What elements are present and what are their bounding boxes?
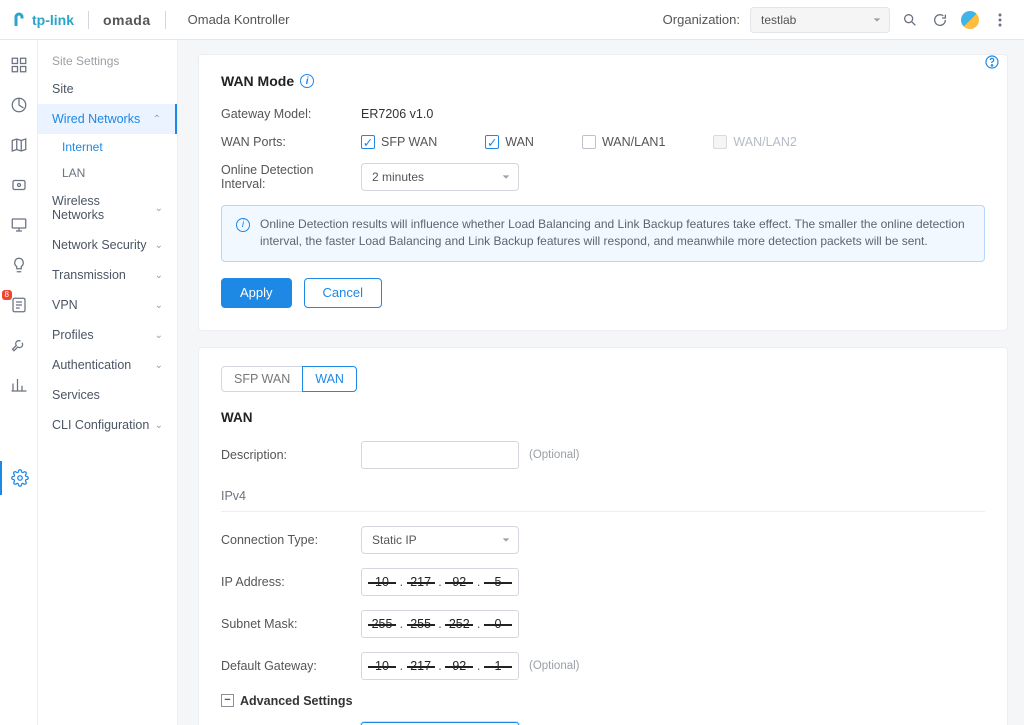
- rail-settings-icon[interactable]: [9, 467, 31, 489]
- tab-wan[interactable]: WAN: [302, 366, 357, 392]
- wan-mode-title: WAN Mode i: [221, 73, 985, 89]
- tplink-wordmark: tp-link: [32, 12, 74, 28]
- wan-panel: SFP WAN WAN WAN Description: (Optional) …: [198, 347, 1008, 725]
- rail-dashboard-icon[interactable]: [8, 54, 30, 76]
- checkbox-icon: [582, 135, 596, 149]
- rail-clients-icon[interactable]: [8, 214, 30, 236]
- sidebar-item-internet[interactable]: Internet: [38, 134, 177, 160]
- chevron-up-icon: ⌃: [153, 114, 161, 125]
- advanced-toggle[interactable]: − Advanced Settings: [221, 694, 985, 708]
- chevron-down-icon: [501, 535, 511, 545]
- wan-section-title: WAN: [221, 410, 985, 425]
- omada-wordmark: omada: [103, 12, 151, 28]
- default-gateway-hint: (Optional): [529, 660, 580, 672]
- sidebar-item-lan[interactable]: LAN: [38, 160, 177, 186]
- chevron-down-icon: ⌄: [155, 270, 163, 281]
- checkbox-icon: ✓: [361, 135, 375, 149]
- organization-select[interactable]: testlab: [750, 7, 890, 33]
- gateway-model-label: Gateway Model:: [221, 107, 361, 121]
- detect-interval-note: i Online Detection results will influenc…: [221, 205, 985, 262]
- wan-port-sfp[interactable]: ✓ SFP WAN: [361, 135, 437, 149]
- wan-port-wanlan2: WAN/LAN2: [713, 135, 796, 149]
- sidebar-item-wireless[interactable]: Wireless Networks⌄: [38, 186, 177, 230]
- tplink-logo: tp-link: [10, 11, 74, 29]
- sidebar-heading: Site Settings: [38, 48, 177, 74]
- sidebar: Site Settings Site Wired Networks ⌃ Inte…: [38, 40, 178, 725]
- wan-tabs: SFP WAN WAN: [221, 366, 985, 392]
- app-body: 8 Site Settings Site Wired Networks ⌃ In…: [0, 40, 1024, 725]
- detect-interval-select[interactable]: 2 minutes: [361, 163, 519, 191]
- rail-badge: 8: [2, 290, 12, 300]
- ip-address-input[interactable]: 10. 217. 92. 5: [361, 568, 519, 596]
- sidebar-item-services[interactable]: Services: [38, 380, 177, 410]
- subnet-mask-label: Subnet Mask:: [221, 617, 361, 631]
- ipv4-subheading: IPv4: [221, 483, 985, 512]
- main-content: WAN Mode i Gateway Model: ER7206 v1.0 WA…: [178, 40, 1024, 725]
- sidebar-item-site[interactable]: Site: [38, 74, 177, 104]
- wan-ports-checks: ✓ SFP WAN ✓ WAN WAN/LAN1 WAN/LAN2: [361, 135, 797, 149]
- sidebar-item-profiles[interactable]: Profiles⌄: [38, 320, 177, 350]
- chevron-down-icon: ⌄: [155, 300, 163, 311]
- apply-button[interactable]: Apply: [221, 278, 292, 308]
- ip-address-label: IP Address:: [221, 575, 361, 589]
- sidebar-item-wired[interactable]: Wired Networks ⌃: [38, 104, 177, 134]
- rail-statistics-icon[interactable]: [8, 94, 30, 116]
- rail-insights-icon[interactable]: [8, 254, 30, 276]
- chevron-down-icon: ⌄: [155, 203, 163, 214]
- rail-reports-icon[interactable]: [8, 374, 30, 396]
- refresh-icon[interactable]: [930, 10, 950, 30]
- checkbox-icon: [713, 135, 727, 149]
- chevron-down-icon: ⌄: [155, 420, 163, 431]
- tab-sfp-wan[interactable]: SFP WAN: [221, 366, 303, 392]
- topbar-right: Organization: testlab: [663, 7, 1010, 33]
- sidebar-item-security[interactable]: Network Security⌄: [38, 230, 177, 260]
- wan-port-wanlan1[interactable]: WAN/LAN1: [582, 135, 665, 149]
- conn-type-label: Connection Type:: [221, 533, 361, 547]
- icon-rail: 8: [0, 40, 38, 725]
- detect-interval-label: Online Detection Interval:: [221, 163, 361, 191]
- description-input[interactable]: [361, 441, 519, 469]
- gateway-model-value: ER7206 v1.0: [361, 107, 433, 121]
- avatar[interactable]: [960, 10, 980, 30]
- more-icon[interactable]: [990, 10, 1010, 30]
- rail-devices-icon[interactable]: [8, 174, 30, 196]
- topbar: tp-link omada Omada Kontroller Organizat…: [0, 0, 1024, 40]
- organization-label: Organization:: [663, 12, 740, 27]
- rail-logs-icon[interactable]: 8: [8, 294, 30, 316]
- rail-tools-icon[interactable]: [8, 334, 30, 356]
- description-hint: (Optional): [529, 449, 580, 461]
- chevron-down-icon: ⌄: [155, 240, 163, 251]
- search-icon[interactable]: [900, 10, 920, 30]
- app-title: Omada Kontroller: [188, 12, 290, 27]
- chevron-down-icon: ⌄: [155, 360, 163, 371]
- chevron-down-icon: [501, 172, 511, 182]
- info-icon: i: [236, 218, 250, 232]
- conn-type-select[interactable]: Static IP: [361, 526, 519, 554]
- description-label: Description:: [221, 448, 361, 462]
- wan-mode-panel: WAN Mode i Gateway Model: ER7206 v1.0 WA…: [198, 54, 1008, 331]
- sidebar-item-vpn[interactable]: VPN⌄: [38, 290, 177, 320]
- chevron-down-icon: [872, 15, 882, 25]
- brand-separator-2: [165, 11, 166, 29]
- wan-ports-label: WAN Ports:: [221, 135, 361, 149]
- brand-block: tp-link omada Omada Kontroller: [10, 11, 290, 29]
- sidebar-item-cli[interactable]: CLI Configuration⌄: [38, 410, 177, 440]
- help-icon[interactable]: [984, 54, 1000, 70]
- minus-icon: −: [221, 694, 234, 707]
- default-gateway-label: Default Gateway:: [221, 659, 361, 673]
- cancel-button[interactable]: Cancel: [304, 278, 382, 308]
- chevron-down-icon: ⌄: [155, 330, 163, 341]
- default-gateway-input[interactable]: 10. 217. 92. 1: [361, 652, 519, 680]
- subnet-mask-input[interactable]: 255. 255. 252. 0: [361, 610, 519, 638]
- rail-map-icon[interactable]: [8, 134, 30, 156]
- wan-port-wan[interactable]: ✓ WAN: [485, 135, 534, 149]
- info-icon[interactable]: i: [300, 74, 314, 88]
- organization-value: testlab: [761, 13, 796, 27]
- checkbox-icon: ✓: [485, 135, 499, 149]
- brand-separator: [88, 11, 89, 29]
- sidebar-item-transmission[interactable]: Transmission⌄: [38, 260, 177, 290]
- sidebar-item-authentication[interactable]: Authentication⌄: [38, 350, 177, 380]
